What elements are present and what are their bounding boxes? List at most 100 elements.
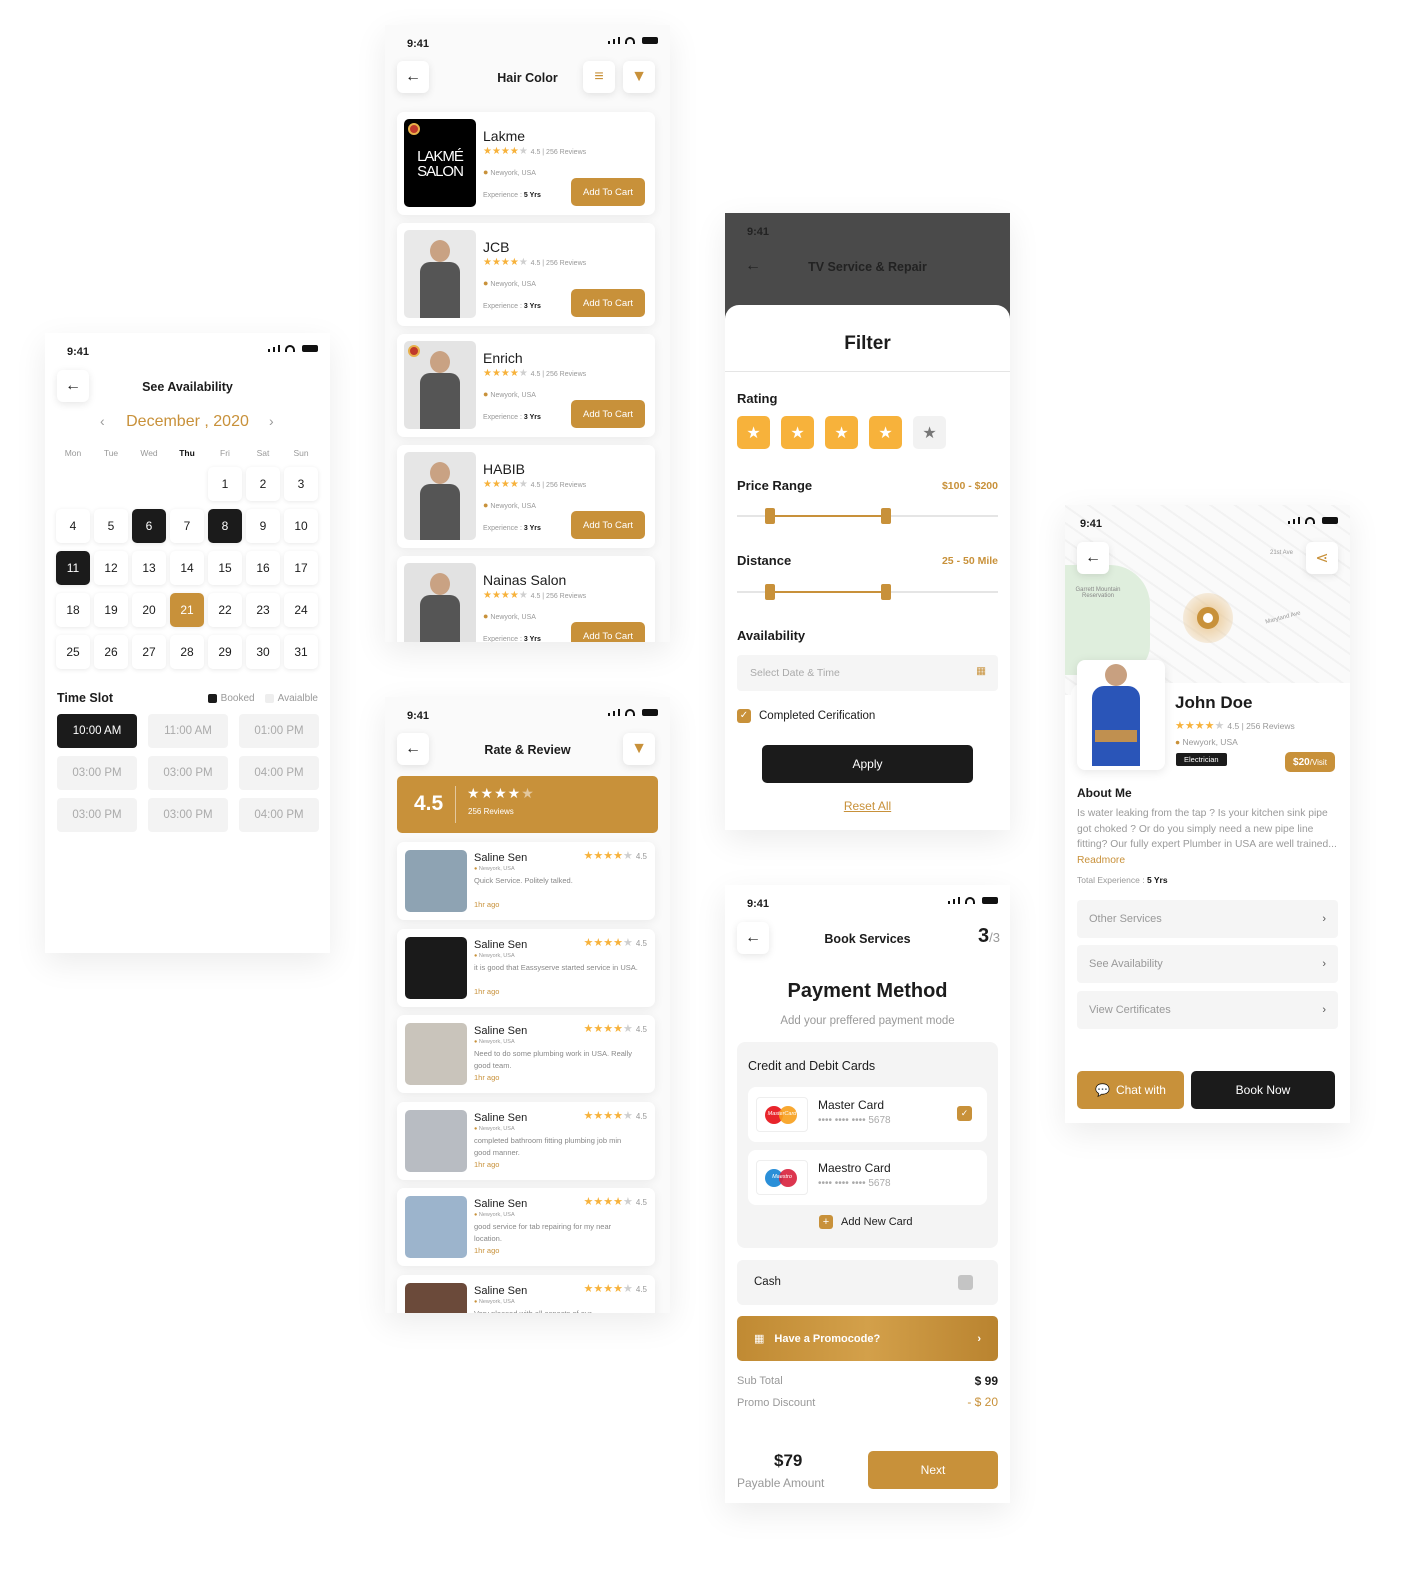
calendar-day[interactable]: 4 [56, 509, 90, 543]
calendar-day[interactable]: 2 [246, 467, 280, 501]
calendar-day[interactable]: 23 [246, 593, 280, 627]
calendar-day[interactable]: 28 [170, 635, 204, 669]
time-slot[interactable]: 03:00 PM [57, 798, 137, 832]
add-to-cart-button[interactable]: Add To Cart [571, 400, 645, 428]
provider-card[interactable]: Nainas Salon ★★★★★ 4.5 | 256 Reviews ● New… [397, 556, 655, 642]
review-text: completed bathroom fitting plumbing job … [474, 1135, 622, 1157]
calendar-day[interactable]: 27 [132, 635, 166, 669]
payment-heading: Payment Method [787, 980, 948, 1002]
calendar-day[interactable]: 18 [56, 593, 90, 627]
next-month-button[interactable]: › [269, 413, 274, 429]
rating-star-button[interactable]: ★ [737, 416, 770, 449]
check-icon[interactable]: ✓ [957, 1106, 972, 1121]
other-services-link[interactable]: Other Services › [1077, 900, 1338, 938]
book-now-button[interactable]: Book Now [1191, 1071, 1335, 1109]
experience-value: 3 Yrs [523, 636, 541, 642]
calendar-day[interactable]: 14 [170, 551, 204, 585]
calendar-day[interactable]: 26 [94, 635, 128, 669]
time-slot[interactable]: 04:00 PM [239, 798, 319, 832]
calendar-day[interactable]: 12 [94, 551, 128, 585]
provider-rating: ★★★★★ 4.5 | 256 Reviews [1175, 720, 1295, 732]
provider-card[interactable]: Enrich ★★★★★ 4.5 | 256 Reviews ● Newyork, … [397, 334, 655, 437]
provider-rating: ★★★★★ 4.5 | 256 Reviews [483, 590, 587, 601]
distance-slider[interactable] [737, 584, 998, 600]
chat-button[interactable]: 💬 Chat with [1077, 1071, 1184, 1109]
time-slot[interactable]: 10:00 AM [57, 714, 137, 748]
provider-card[interactable]: JCB ★★★★★ 4.5 | 256 Reviews ● Newyork, USA… [397, 223, 655, 326]
rating-star-button[interactable]: ★ [825, 416, 858, 449]
filter-button[interactable]: ▼ [623, 733, 655, 765]
weekday-label: Fri [220, 448, 230, 458]
calendar-day[interactable]: 17 [284, 551, 318, 585]
pin-icon: ● [1175, 737, 1181, 747]
reviewer-location: ● Newyork, USA [474, 952, 515, 959]
add-to-cart-button[interactable]: Add To Cart [571, 289, 645, 317]
time-slot[interactable]: 11:00 AM [148, 714, 228, 748]
add-new-card-button[interactable]: + Add New Card [819, 1215, 913, 1229]
status-time: 9:41 [407, 710, 430, 722]
calendar-day[interactable]: 22 [208, 593, 242, 627]
calendar-day[interactable]: 15 [208, 551, 242, 585]
time-slot[interactable]: 03:00 PM [148, 756, 228, 790]
location-text: Newyork, USA [490, 170, 536, 177]
reviewer-name: Saline Sen [474, 1284, 528, 1297]
share-button[interactable]: ⋖ [1306, 542, 1338, 574]
payable-label: Payable Amount [737, 1476, 825, 1490]
calendar-day[interactable]: 10 [284, 509, 318, 543]
rating-star-button[interactable]: ★ [781, 416, 814, 449]
status-bar: 9:41 [385, 697, 670, 727]
calendar-day[interactable]: 7 [170, 509, 204, 543]
provider-card[interactable]: LAKMÉ SALON Lakme ★★★★★ 4.5 | 256 Reviews ●… [397, 112, 655, 215]
back-button[interactable]: ← [1077, 542, 1109, 574]
calendar-day[interactable]: 6 [132, 509, 166, 543]
calendar-day[interactable]: 8 [208, 509, 242, 543]
certification-checkbox[interactable]: ✓ Completed Cerification [737, 709, 875, 723]
calendar-day[interactable]: 25 [56, 635, 90, 669]
apply-button[interactable]: Apply [762, 745, 973, 783]
card-name: Maestro Card [818, 1161, 891, 1175]
calendar-day[interactable]: 13 [132, 551, 166, 585]
time-slot[interactable]: 03:00 PM [148, 798, 228, 832]
calendar-day[interactable]: 20 [132, 593, 166, 627]
calendar-day[interactable]: 5 [94, 509, 128, 543]
calendar-day[interactable]: 31 [284, 635, 318, 669]
add-to-cart-button[interactable]: Add To Cart [571, 622, 645, 642]
see-availability-link[interactable]: See Availability › [1077, 945, 1338, 983]
payment-card-option[interactable]: Maestro Maestro Card •••• •••• •••• 5678 [748, 1150, 987, 1205]
filter-button[interactable]: ▼ [623, 61, 655, 93]
calendar-day[interactable]: 16 [246, 551, 280, 585]
calendar-day[interactable]: 11 [56, 551, 90, 585]
sort-button[interactable]: ≡ [583, 61, 615, 93]
payment-card-option[interactable]: MasterCard Master Card •••• •••• •••• 5678… [748, 1087, 987, 1142]
readmore-link[interactable]: Readmore [1077, 855, 1125, 866]
calendar-day[interactable]: 19 [94, 593, 128, 627]
time-slot[interactable]: 03:00 PM [57, 756, 137, 790]
calendar-day[interactable]: 30 [246, 635, 280, 669]
rating-star-button[interactable]: ★ [913, 416, 946, 449]
calendar-day[interactable]: 1 [208, 467, 242, 501]
reset-link[interactable]: Reset All [725, 799, 1010, 813]
experience: Experience : 3 Yrs [483, 525, 541, 532]
time-slot[interactable]: 01:00 PM [239, 714, 319, 748]
provider-card[interactable]: HABIB ★★★★★ 4.5 | 256 Reviews ● Newyork, U… [397, 445, 655, 548]
calendar-day[interactable]: 21 [170, 593, 204, 627]
time-slot[interactable]: 04:00 PM [239, 756, 319, 790]
add-to-cart-button[interactable]: Add To Cart [571, 511, 645, 539]
provider-name: HABIB [483, 461, 526, 477]
calendar-day[interactable]: 9 [246, 509, 280, 543]
pin-icon: ● [483, 500, 489, 510]
cash-radio[interactable] [958, 1275, 973, 1290]
calendar-day[interactable]: 24 [284, 593, 318, 627]
status-time: 9:41 [407, 38, 430, 50]
cash-option[interactable]: Cash [737, 1260, 998, 1305]
rating-star-button[interactable]: ★ [869, 416, 902, 449]
calendar-day[interactable]: 29 [208, 635, 242, 669]
view-certificates-link[interactable]: View Certificates › [1077, 991, 1338, 1029]
price-slider[interactable] [737, 508, 998, 524]
calendar-day[interactable]: 3 [284, 467, 318, 501]
next-button[interactable]: Next [868, 1451, 998, 1489]
experience-label: Experience : [483, 414, 524, 421]
date-time-input[interactable]: Select Date & Time ▦ [737, 655, 998, 691]
promocode-button[interactable]: ▦ Have a Promocode? › [737, 1316, 998, 1361]
add-to-cart-button[interactable]: Add To Cart [571, 178, 645, 206]
